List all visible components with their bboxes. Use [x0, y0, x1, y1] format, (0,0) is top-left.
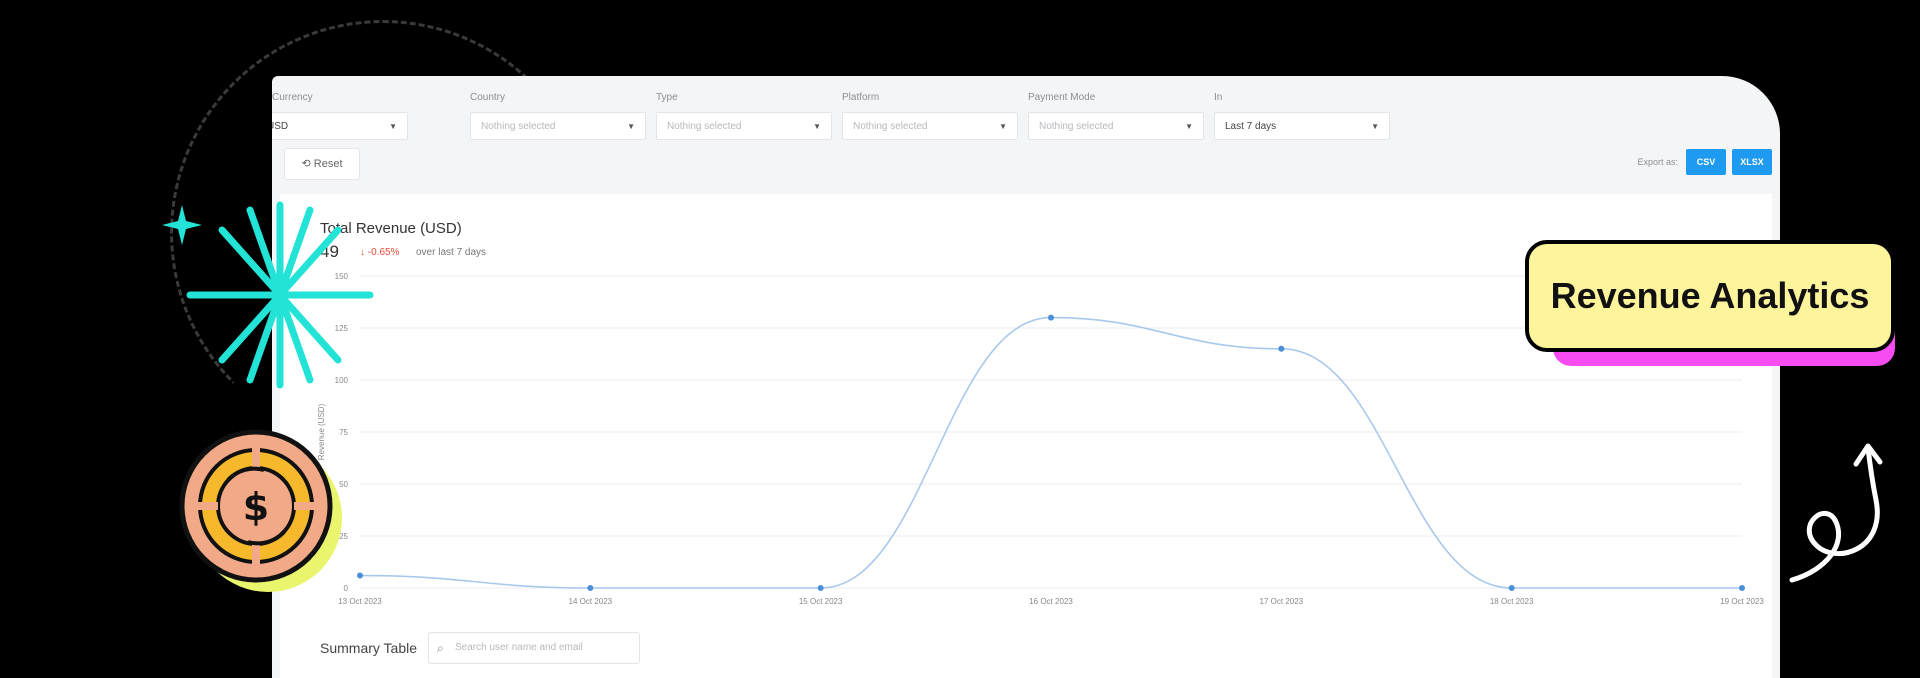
revenue-series-line — [359, 316, 1742, 589]
revenue-analytics-badge: Revenue Analytics — [1525, 240, 1895, 352]
x-tick-label: 16 Oct 2023 — [1029, 597, 1073, 606]
type-select[interactable]: Nothing selected ▼ — [656, 112, 832, 140]
select-value: Nothing selected — [853, 121, 928, 132]
export-group: Export as: CSV XLSX — [1637, 148, 1772, 176]
filter-label: Currency — [272, 92, 313, 103]
caret-down-icon: ▼ — [1371, 122, 1379, 131]
dollar-coin-icon: $ — [179, 429, 342, 592]
sparkle-star-icon — [162, 201, 374, 389]
currency-select[interactable]: USD ▼ — [272, 112, 408, 140]
export-label: Export as: — [1637, 157, 1678, 167]
x-tick-label: 14 Oct 2023 — [569, 597, 613, 606]
x-tick-label: 17 Oct 2023 — [1260, 597, 1304, 606]
search-placeholder: Search user name and email — [455, 642, 583, 653]
data-point — [817, 585, 824, 591]
data-point — [1739, 585, 1745, 591]
date-range-select[interactable]: Last 7 days ▼ — [1214, 112, 1390, 140]
curly-arrow-icon — [1789, 443, 1883, 583]
filter-label: Payment Mode — [1028, 92, 1096, 103]
filter-type: Type Nothing selected ▼ — [656, 90, 832, 140]
x-tick-label: 15 Oct 2023 — [799, 597, 843, 606]
data-point — [587, 585, 594, 591]
x-tick-label: 19 Oct 2023 — [1720, 597, 1764, 606]
filter-currency: Currency USD ▼ — [272, 90, 408, 140]
filter-label: Country — [470, 92, 506, 103]
data-point — [357, 572, 363, 579]
x-tick-label: 18 Oct 2023 — [1490, 597, 1534, 606]
data-point — [1278, 345, 1285, 352]
filter-date-range: In Last 7 days ▼ — [1214, 90, 1390, 140]
select-value: Nothing selected — [481, 121, 556, 132]
reset-label: Reset — [313, 158, 343, 170]
data-point — [1048, 314, 1054, 321]
reset-button[interactable]: ⟲ Reset — [284, 148, 360, 180]
caret-down-icon: ▼ — [1185, 122, 1193, 131]
select-value: Nothing selected — [1039, 121, 1114, 132]
dashboard-window: Currency USD ▼ Country Nothing selected … — [272, 76, 1780, 678]
filter-label: Platform — [842, 92, 880, 103]
platform-select[interactable]: Nothing selected ▼ — [842, 112, 1018, 140]
caret-down-icon: ▼ — [813, 122, 821, 131]
reset-icon: ⟲ — [301, 158, 311, 170]
caret-down-icon: ▼ — [999, 122, 1007, 131]
filter-label: Type — [656, 92, 678, 103]
country-select[interactable]: Nothing selected ▼ — [470, 112, 646, 140]
x-tick-label: 13 Oct 2023 — [338, 597, 382, 606]
search-input[interactable]: ⌕ Search user name and email — [428, 632, 640, 664]
filter-payment-mode: Payment Mode Nothing selected ▼ — [1028, 90, 1204, 140]
payment-mode-select[interactable]: Nothing selected ▼ — [1028, 112, 1204, 140]
export-csv-button[interactable]: CSV — [1686, 149, 1726, 175]
filter-country: Country Nothing selected ▼ — [470, 90, 646, 140]
select-value: USD — [272, 121, 289, 132]
filter-platform: Platform Nothing selected ▼ — [842, 90, 1018, 140]
select-value: Last 7 days — [1225, 121, 1277, 132]
svg-text:$: $ — [243, 485, 269, 529]
filter-label: In — [1214, 92, 1223, 103]
select-value: Nothing selected — [667, 121, 742, 132]
export-xlsx-button[interactable]: XLSX — [1732, 149, 1772, 175]
caret-down-icon: ▼ — [389, 122, 397, 131]
search-icon: ⌕ — [437, 641, 444, 655]
caret-down-icon: ▼ — [627, 122, 635, 131]
filter-bar: Currency USD ▼ Country Nothing selected … — [272, 90, 1772, 160]
data-point — [1508, 585, 1515, 591]
summary-table-label: Summary Table — [320, 640, 418, 656]
